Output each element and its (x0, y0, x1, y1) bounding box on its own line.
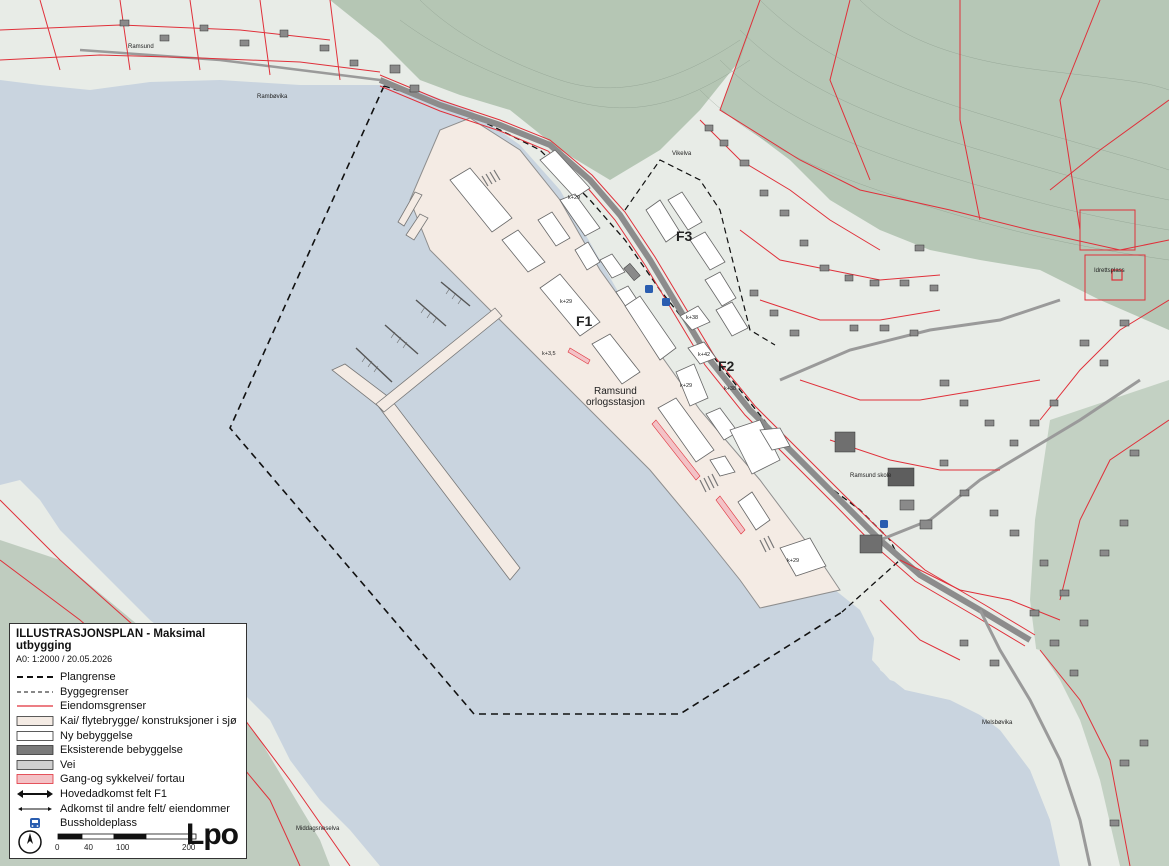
scale-tick: 0 (55, 843, 60, 852)
height-label: k+38 (724, 386, 736, 392)
label-melsbovika: Melsbøvika (982, 720, 1013, 726)
scale-segments (57, 833, 197, 840)
height-label: k+29 (787, 558, 799, 564)
height-label: k+29 (568, 195, 580, 201)
legend-row: Eksisterende bebyggelse (16, 743, 240, 758)
field-label-f1: F1 (576, 313, 593, 329)
legend-subtitle: A0: 1:2000 / 20.05.2026 (16, 654, 113, 664)
legend-label: Gang-og sykkelvei/ fortau (60, 773, 185, 786)
legend-row: Gang-og sykkelvei/ fortau (16, 772, 240, 787)
dashed-thin-symbol (16, 686, 54, 698)
height-label: k+38 (686, 315, 698, 321)
legend-title: ILLUSTRASJONSPLAN - Maksimal utbygging (16, 628, 206, 652)
legend-row: Plangrense (16, 670, 240, 685)
legend-row: Vei (16, 758, 240, 773)
double-arrow-thick-icon (16, 788, 54, 800)
white-box-symbol (16, 730, 54, 742)
height-label: k+42 (698, 352, 710, 358)
height-label: k+29 (680, 383, 692, 389)
legend-label: Plangrense (60, 671, 116, 684)
label-vikelva: Vikelva (672, 151, 692, 157)
label-station-line1: Ramsund (594, 386, 637, 397)
legend-label: Hovedadkomst felt F1 (60, 788, 167, 801)
quay-box-symbol (16, 715, 54, 727)
legend-label: Byggegrenser (60, 685, 129, 698)
legend-label: Vei (60, 758, 76, 771)
legend-label: Adkomst til andre felt/ eiendommer (60, 802, 230, 815)
pink-box-symbol (16, 773, 54, 785)
legend-row: Ny bebyggelse (16, 728, 240, 743)
height-label: k+29 (560, 299, 572, 305)
scale-tick: 40 (84, 843, 93, 852)
label-station-line2: orlogsstasjon (586, 397, 645, 408)
legend-label: Eiendomsgrenser (60, 700, 147, 713)
label-idrettsplass: Idrettsplass (1094, 268, 1125, 274)
dashed-thick-symbol (16, 671, 54, 683)
double-arrow-thin-icon (16, 803, 54, 815)
legend-row: Kai/ flytebrygge/ konstruksjoner i sjø (16, 714, 240, 729)
light-grey-box-symbol (16, 759, 54, 771)
label-ramsund-skole: Ramsund skole (850, 473, 892, 479)
legend-panel: ILLUSTRASJONSPLAN - Maksimal utbygging A… (9, 623, 247, 859)
label-middagsneselva: Middagsneselva (296, 826, 340, 832)
legend-row: Hovedadkomst felt F1 (16, 787, 240, 802)
red-line-symbol (16, 700, 54, 712)
label-ramsund-nw: Ramsund (128, 44, 154, 50)
legend-row: Eiendomsgrenser (16, 699, 240, 714)
height-label: k+3,5 (542, 351, 556, 357)
legend-row: Adkomst til andre felt/ eiendommer (16, 801, 240, 816)
legend-row: Byggegrenser (16, 685, 240, 700)
scale-tick: 100 (116, 843, 130, 852)
legend-label: Eksisterende bebyggelse (60, 744, 183, 757)
company-logo: Lpo (186, 818, 239, 851)
field-label-f3: F3 (676, 228, 693, 244)
scale-bar: 0 40 100 200 (18, 830, 197, 854)
legend-label: Kai/ flytebrygge/ konstruksjoner i sjø (60, 715, 237, 728)
label-rambovika: Rambøvika (257, 94, 288, 100)
grey-box-symbol (16, 744, 54, 756)
legend-label: Ny bebyggelse (60, 729, 133, 742)
field-label-f2: F2 (718, 358, 735, 374)
